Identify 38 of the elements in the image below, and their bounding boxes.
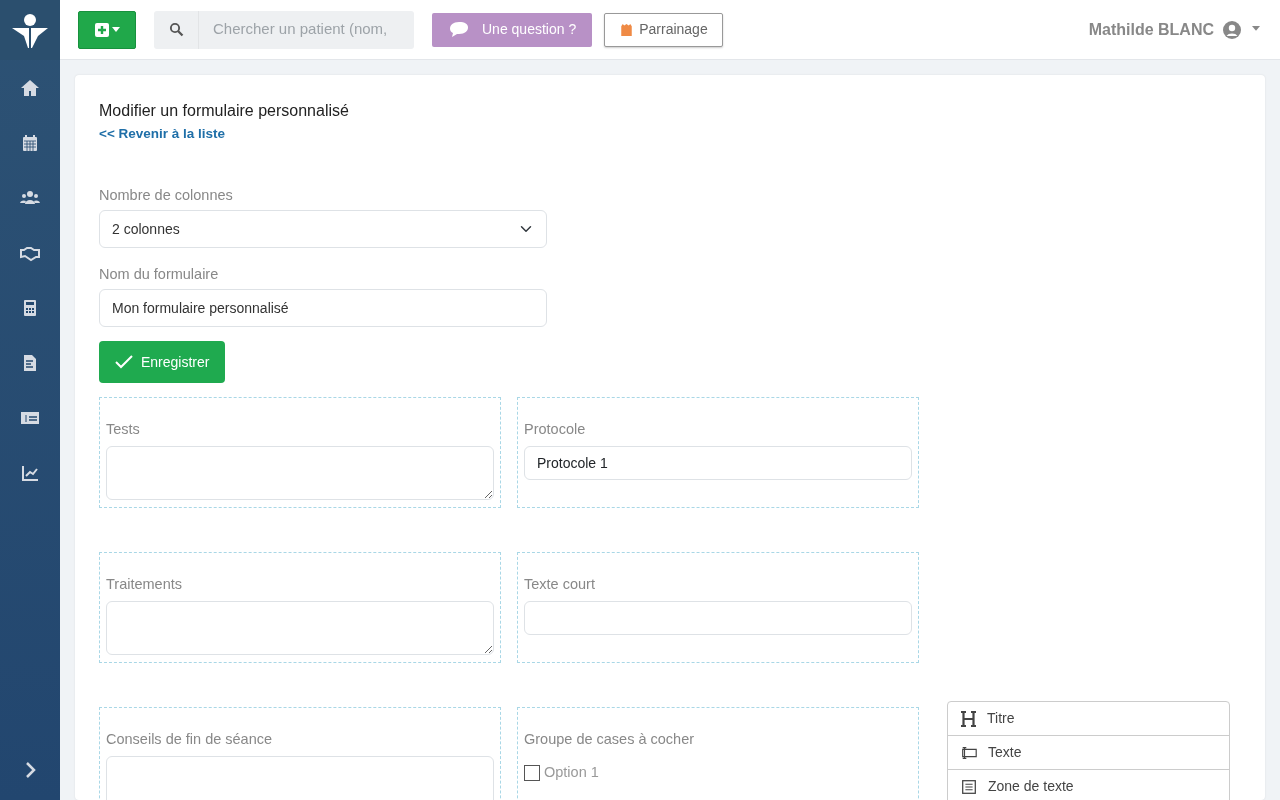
form-name-field[interactable]: Mon formulaire personnalisé	[99, 289, 547, 327]
gift-icon	[619, 21, 635, 38]
toolbox-item-label: Titre	[987, 709, 1015, 728]
search-icon	[168, 22, 184, 37]
calendar-icon[interactable]	[20, 132, 40, 153]
toolbox-item[interactable]: Zone de texte	[948, 770, 1229, 800]
add-button[interactable]	[78, 10, 136, 49]
text-field[interactable]: Protocole 1	[524, 446, 912, 480]
field-label: Traitements	[106, 575, 183, 593]
text-lines-icon	[960, 777, 978, 796]
speech-bubble-icon	[448, 19, 470, 40]
field-label: Conseils de fin de séance	[106, 730, 274, 748]
text-field[interactable]	[524, 601, 912, 635]
field-label: Texte court	[524, 575, 596, 593]
home-icon[interactable]	[20, 77, 40, 98]
check-icon	[115, 355, 133, 369]
user-name[interactable]: Mathilde BLANC	[1088, 17, 1214, 42]
search-field[interactable]: Chercher un patient (nom,	[154, 10, 414, 49]
checkbox[interactable]	[524, 764, 540, 781]
page-title: Modifier un formulaire personnalisé	[99, 101, 350, 121]
field-label: Tests	[106, 420, 141, 438]
field-label: Nombre de colonnes	[99, 186, 233, 204]
columns-select[interactable]: 2 colonnes	[99, 210, 547, 248]
caret-icon	[111, 27, 120, 32]
plus-icon	[94, 22, 109, 37]
field-label: Groupe de cases à cocher	[524, 730, 696, 748]
referral-button[interactable]: Parrainage	[604, 12, 723, 47]
toolbox-item-label: Texte	[988, 743, 1022, 762]
field-label: Protocole	[524, 420, 587, 438]
toolbox-item[interactable]: Titre	[948, 702, 1229, 736]
search-input[interactable]: Chercher un patient (nom,	[199, 10, 414, 49]
user-avatar-icon[interactable]	[1222, 19, 1242, 40]
heading-icon	[960, 710, 977, 727]
option-label: Option 1	[544, 763, 599, 782]
back-link[interactable]: << Revenir à la liste	[99, 124, 226, 144]
toolbox-item[interactable]: Texte	[948, 736, 1229, 770]
field-label: Nom du formulaire	[99, 265, 219, 283]
toolbox-item-label: Zone de texte	[988, 777, 1074, 796]
